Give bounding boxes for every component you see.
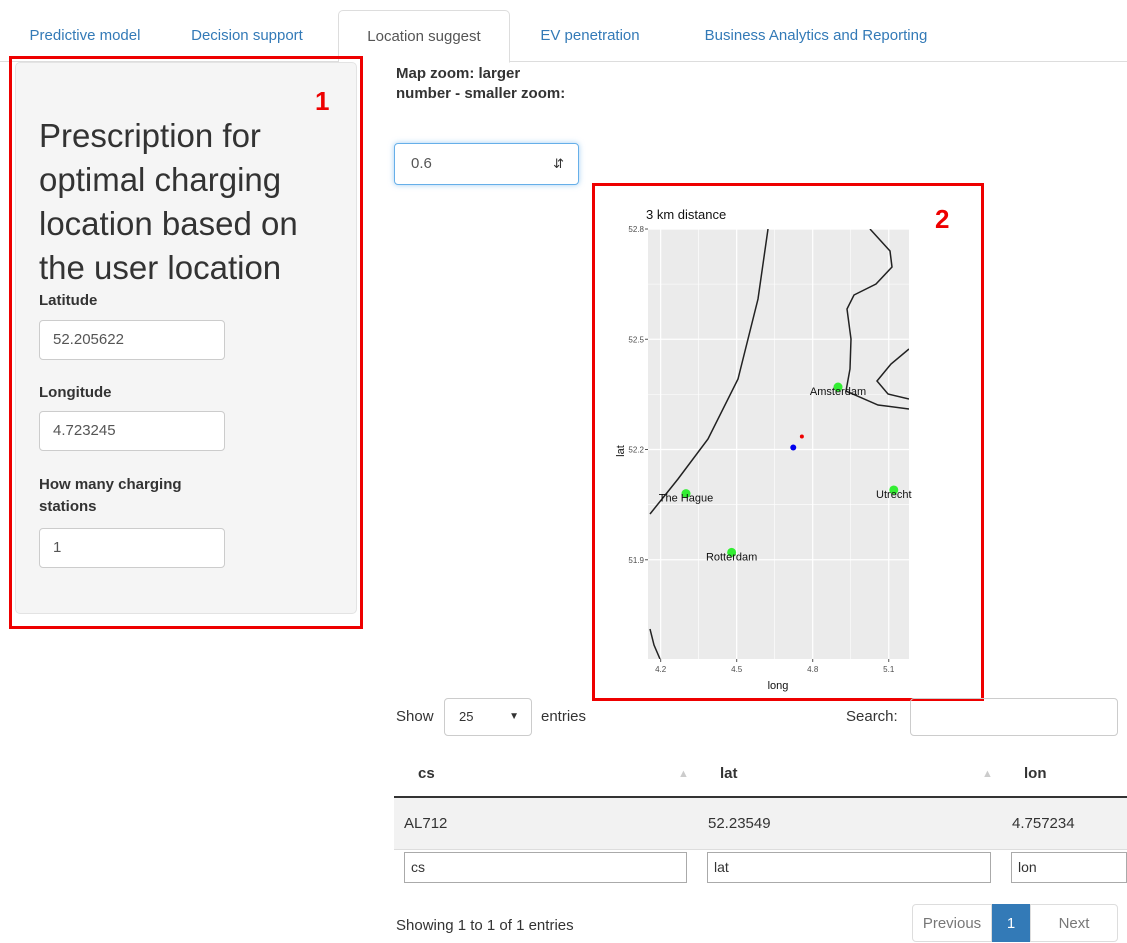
entries-value: 25 [459,709,474,724]
charging-station-point [799,434,804,439]
zoom-input[interactable]: 0.6 ⇵ [394,143,579,185]
row-divider [394,849,1127,850]
sort-icon[interactable]: ▲ [678,752,689,796]
y-tick-label: 52.8 [628,225,644,234]
city-label: Amsterdam [810,386,866,398]
column-header-cs[interactable]: cs [418,752,435,796]
plot-xlabel: long [768,680,789,692]
show-label: Show [396,708,434,725]
x-tick-label: 4.2 [655,665,667,674]
user-location-point [790,444,797,451]
entries-label: entries [541,708,587,725]
page-1-button[interactable]: 1 [992,904,1030,942]
plot-panel [648,229,909,659]
cell-lat: 52.23549 [708,815,771,832]
y-tick-label: 51.9 [628,556,644,565]
column-header-lat[interactable]: lat [720,752,738,796]
city-label: Rotterdam [706,551,757,563]
x-tick-label: 4.8 [807,665,819,674]
caret-down-icon: ▼ [509,711,519,722]
filter-cs-input[interactable]: cs [404,852,687,883]
latitude-label: Latitude [39,292,98,309]
next-page-button[interactable]: Next [1030,904,1118,942]
search-label: Search: [846,708,898,725]
tab-predictive-model[interactable]: Predictive model [12,10,158,61]
cell-lon: 4.757234 [1012,815,1075,832]
x-tick-label: 4.5 [731,665,743,674]
x-tick-label: 5.1 [883,665,895,674]
tab-bar: Predictive model Decision support Locati… [0,0,1127,63]
filter-lat-input[interactable]: lat [707,852,991,883]
longitude-input[interactable]: 4.723245 [39,411,225,451]
plot-ylabel: lat [615,445,627,457]
tab-decision-support[interactable]: Decision support [172,10,322,61]
city-label: Utrecht [876,489,911,501]
zoom-value: 0.6 [411,155,432,172]
stations-label: How many charging stations [39,476,182,515]
column-header-lon[interactable]: lon [1024,752,1047,796]
up-down-arrows-icon[interactable]: ⇵ [553,144,564,184]
annotation-number-1: 1 [315,86,330,116]
stations-input[interactable]: 1 [39,528,225,568]
entries-select[interactable]: 25 ▼ [444,698,532,736]
latitude-input[interactable]: 52.205622 [39,320,225,360]
y-tick-label: 52.5 [628,335,644,344]
search-input[interactable] [910,698,1118,736]
city-label: The Hague [659,493,713,505]
zoom-label: Map zoom: larger number - smaller zoom: [396,65,566,102]
previous-page-button[interactable]: Previous [912,904,992,942]
location-map-plot: 3 km distance Amsterdam The Hague Utrecht R… [615,207,912,692]
panel-title: Prescription for optimal charging locati… [39,117,298,286]
filter-lon-input[interactable]: lon [1011,852,1127,883]
longitude-label: Longitude [39,384,112,401]
tab-business-analytics[interactable]: Business Analytics and Reporting [676,10,956,61]
tab-location-suggest[interactable]: Location suggest [338,10,510,63]
sort-icon[interactable]: ▲ [982,752,993,796]
y-tick-label: 52.2 [628,446,644,455]
tab-ev-penetration[interactable]: EV penetration [516,10,664,61]
plot-title: 3 km distance [646,207,726,222]
table-info: Showing 1 to 1 of 1 entries [396,917,574,934]
cell-cs: AL712 [404,815,448,832]
